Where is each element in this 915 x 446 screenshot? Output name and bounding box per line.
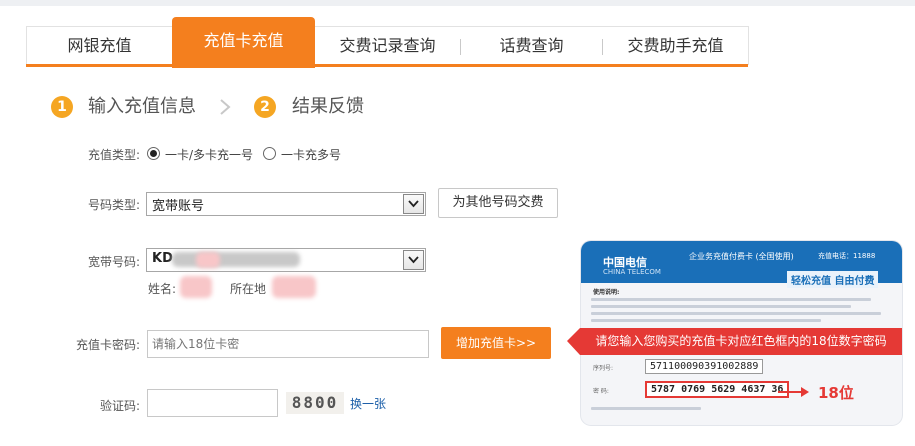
number-type-select[interactable]: 宽带账号 (146, 192, 426, 216)
digit-count-hint: 18位 (818, 384, 854, 402)
telecom-logo-en: CHINA TELECOM (603, 268, 661, 276)
tab-payment-records[interactable]: 交费记录查询 (315, 27, 460, 65)
tab-payment-assistant[interactable]: 交费助手充值 (603, 27, 748, 65)
broadband-number-label: 宽带号码: (87, 255, 140, 269)
card-phone: 充值电话：11888 (818, 252, 876, 260)
password-hint-callout: 请您输入您购买的充值卡对应红色框内的18位数字密码 (580, 328, 902, 355)
captcha-refresh-link[interactable]: 换一张 (350, 395, 386, 412)
card-title: 企业务充值付费卡 (全国使用) (689, 252, 794, 261)
card-text-line (591, 298, 871, 301)
radio-one-number[interactable] (147, 147, 160, 160)
step-2-badge: 2 (254, 96, 276, 118)
card-text-line (591, 305, 851, 308)
card-password-label: 充值卡密码: (75, 338, 140, 352)
redacted-name (180, 276, 212, 298)
card-password-number: 5787 0769 5629 4637 36 (645, 381, 790, 398)
tab-card-recharge[interactable]: 充值卡充值 (172, 17, 315, 68)
radio-multi-number-label: 一卡充多号 (281, 148, 342, 162)
radio-one-number-label: 一卡/多卡充一号 (165, 148, 254, 162)
chevron-down-icon[interactable] (403, 194, 424, 214)
card-text-line (591, 319, 821, 322)
tab-bar: 网银充值 充值卡充值 交费记录查询 话费查询 交费助手充值 (26, 17, 749, 68)
recharge-type-label: 充值类型: (87, 148, 140, 162)
radio-multi-number[interactable] (263, 147, 276, 160)
tab-balance-query[interactable]: 话费查询 (461, 27, 602, 65)
card-password-input[interactable] (147, 330, 429, 358)
top-strip (0, 0, 915, 6)
broadband-number-value: KD (152, 251, 173, 266)
add-card-button[interactable]: 增加充值卡>> (441, 327, 551, 359)
card-usage-title: 使用说明: (593, 289, 620, 296)
card-serial-number: 571100090391002889 (645, 359, 764, 374)
card-slogan: 轻松充值 自由付费 (787, 271, 879, 288)
step-1-badge: 1 (51, 96, 73, 118)
name-label: 姓名: (148, 282, 177, 296)
captcha-label: 验证码: (99, 399, 140, 413)
chevron-down-icon[interactable] (403, 250, 424, 270)
number-type-label: 号码类型: (87, 198, 140, 212)
arrow-head-icon (801, 387, 809, 397)
card-text-line (591, 312, 881, 315)
chevron-right-icon (220, 99, 231, 115)
tab-online-banking[interactable]: 网银充值 (27, 27, 172, 65)
captcha-input[interactable] (147, 389, 278, 417)
card-serial-label: 序列号: (593, 365, 614, 372)
redacted-location (272, 276, 316, 298)
redacted-number (196, 252, 220, 268)
callout-arrow (567, 328, 580, 355)
card-text-line (591, 407, 701, 410)
step-1-label: 输入充值信息 (88, 96, 196, 117)
location-label: 所在地 (230, 282, 267, 296)
captcha-image[interactable]: 8800 (286, 392, 344, 414)
step-2-label: 结果反馈 (292, 96, 364, 117)
arrow-right-icon (778, 391, 802, 393)
redacted-number (172, 252, 300, 267)
number-type-value: 宽带账号 (152, 199, 205, 214)
pay-other-number-button[interactable]: 为其他号码交费 (438, 188, 558, 218)
tab-underline (26, 64, 748, 67)
card-password-field-label: 密 码: (593, 388, 609, 395)
